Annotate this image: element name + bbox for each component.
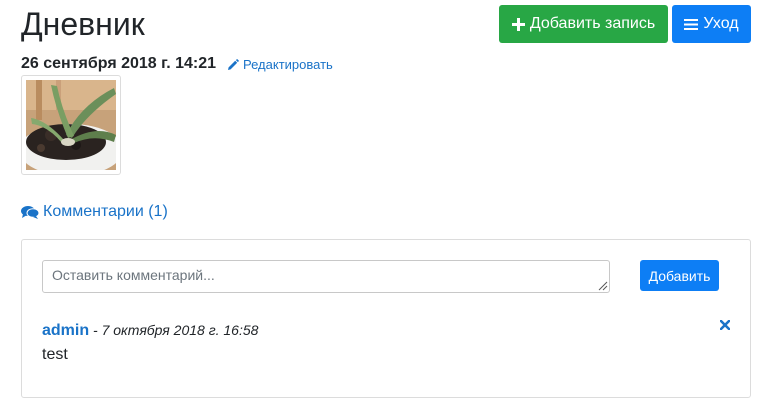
add-entry-button[interactable]: Добавить запись: [499, 5, 668, 43]
entry-date: 26 сентября 2018 г. 14:21: [21, 55, 217, 72]
close-icon: [720, 320, 730, 330]
add-entry-button-label: Добавить запись: [529, 15, 656, 32]
add-comment-button[interactable]: Добавить: [640, 260, 719, 291]
comments-icon: [21, 206, 39, 219]
comment-input[interactable]: Оставить комментарий...: [42, 260, 610, 293]
delete-comment-button[interactable]: [719, 318, 731, 332]
comment-date: 7 октября 2018 г. 16:58: [101, 322, 259, 338]
edit-entry-label: Редактировать: [243, 57, 333, 72]
care-button[interactable]: Уход: [672, 5, 751, 43]
edit-entry-link[interactable]: Редактировать: [227, 56, 333, 73]
comment-separator: -: [89, 322, 102, 338]
comments-panel: Оставить комментарий... Добавить admin -…: [21, 239, 751, 398]
comment-author[interactable]: admin: [42, 322, 89, 339]
comment-input-placeholder: Оставить комментарий...: [52, 267, 215, 283]
care-button-label: Уход: [703, 15, 739, 32]
page-title: Дневник: [21, 6, 145, 42]
comments-toggle-link[interactable]: Комментарии (1): [21, 202, 168, 222]
pencil-icon: [228, 58, 239, 70]
comments-toggle-label: Комментарии (1): [43, 203, 168, 220]
resize-grip-icon[interactable]: [596, 279, 608, 291]
plant-photo-image: [26, 80, 116, 170]
entry-photo-thumbnail[interactable]: [21, 75, 121, 175]
plus-icon: [511, 17, 525, 31]
comment-item: admin - 7 октября 2018 г. 16:58 test: [42, 322, 732, 364]
comment-text: test: [42, 346, 68, 363]
menu-icon: [684, 18, 699, 30]
